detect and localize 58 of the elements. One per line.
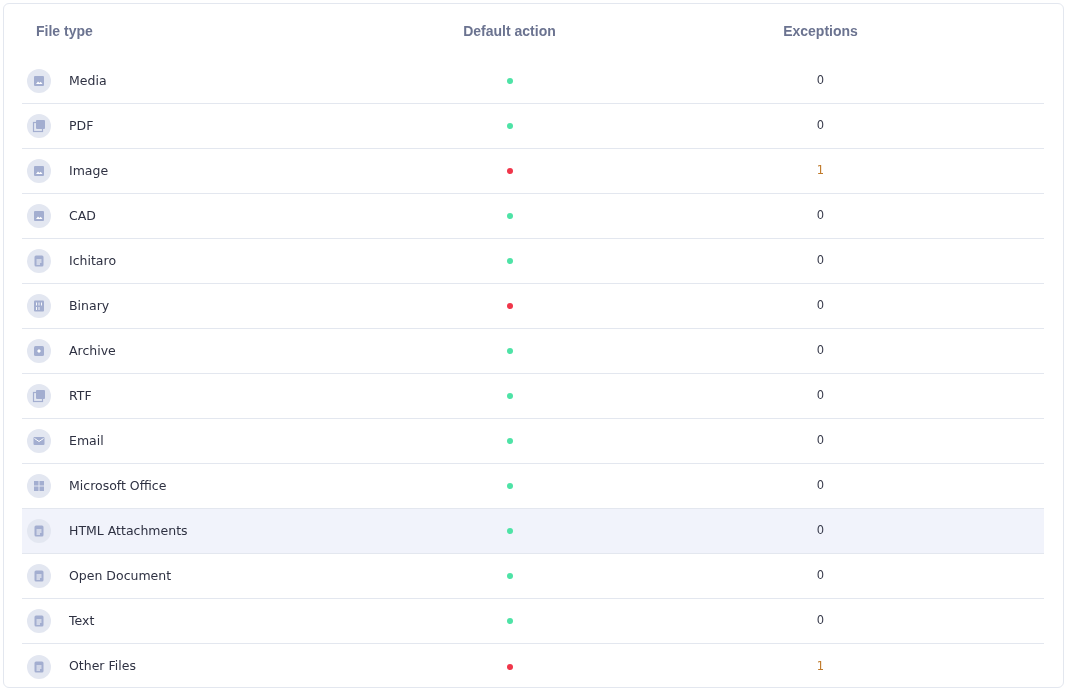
file-type-name: RTF xyxy=(69,386,92,405)
grid-icon xyxy=(27,474,51,498)
file-type-name: CAD xyxy=(69,206,96,225)
table-row[interactable]: Email 0 xyxy=(22,419,1044,464)
file-type-name: Email xyxy=(69,431,104,450)
file-type-name: PDF xyxy=(69,116,94,135)
file-type-name: Microsoft Office xyxy=(69,476,167,495)
file-type-name: Binary xyxy=(69,296,110,315)
file-type-name: Archive xyxy=(69,341,116,360)
document-stack-icon xyxy=(27,114,51,138)
exceptions-count: 0 xyxy=(816,387,825,405)
table-row[interactable]: Binary 0 xyxy=(22,284,1044,329)
document-stack-icon xyxy=(27,384,51,408)
table-row[interactable]: Ichitaro 0 xyxy=(22,239,1044,284)
file-type-name: Text xyxy=(69,611,95,630)
exceptions-count: 0 xyxy=(816,117,825,135)
exceptions-count: 0 xyxy=(816,432,825,450)
exceptions-count: 0 xyxy=(816,567,825,585)
table-row[interactable]: Archive 0 xyxy=(22,329,1044,374)
exceptions-count: 0 xyxy=(816,342,825,360)
table-row[interactable]: RTF 0 xyxy=(22,374,1044,419)
table-row[interactable]: CAD 0 xyxy=(22,194,1044,239)
document-icon xyxy=(27,609,51,633)
table-row[interactable]: Open Document 0 xyxy=(22,554,1044,599)
file-type-name: HTML Attachments xyxy=(69,521,188,540)
exceptions-count: 0 xyxy=(816,297,825,315)
envelope-icon xyxy=(27,429,51,453)
exceptions-count: 0 xyxy=(816,72,825,90)
document-icon xyxy=(27,564,51,588)
binary-icon xyxy=(27,294,51,318)
archive-icon xyxy=(27,339,51,363)
image-icon xyxy=(27,159,51,183)
exceptions-count: 0 xyxy=(816,477,825,495)
exceptions-count: 0 xyxy=(816,252,825,270)
table-row[interactable]: Other Files 1 xyxy=(22,644,1044,689)
table-row[interactable]: Image 1 xyxy=(22,149,1044,194)
column-header: Exceptions xyxy=(783,22,858,41)
document-icon xyxy=(27,249,51,273)
column-header: Default action xyxy=(463,22,556,41)
table-row[interactable]: Text 0 xyxy=(22,599,1044,644)
document-icon xyxy=(27,654,51,679)
column-header: File type xyxy=(35,22,93,41)
exceptions-count: 0 xyxy=(816,612,825,630)
file-type-name: Media xyxy=(69,71,107,90)
file-type-name: Ichitaro xyxy=(69,251,117,270)
file-type-name: Other Files xyxy=(69,657,136,676)
document-icon xyxy=(27,519,51,543)
exceptions-count: 1 xyxy=(816,657,825,675)
exceptions-count: 0 xyxy=(816,207,825,225)
file-type-name: Open Document xyxy=(69,566,172,585)
image-icon xyxy=(27,69,51,93)
image-icon xyxy=(27,204,51,228)
file-type-name: Image xyxy=(69,161,109,180)
table-row[interactable]: HTML Attachments 0 xyxy=(22,509,1044,554)
exceptions-count: 1 xyxy=(816,162,825,180)
exceptions-count: 0 xyxy=(816,522,825,540)
table-row[interactable]: Media 0 xyxy=(22,59,1044,104)
table-row[interactable]: PDF 0 xyxy=(22,104,1044,149)
